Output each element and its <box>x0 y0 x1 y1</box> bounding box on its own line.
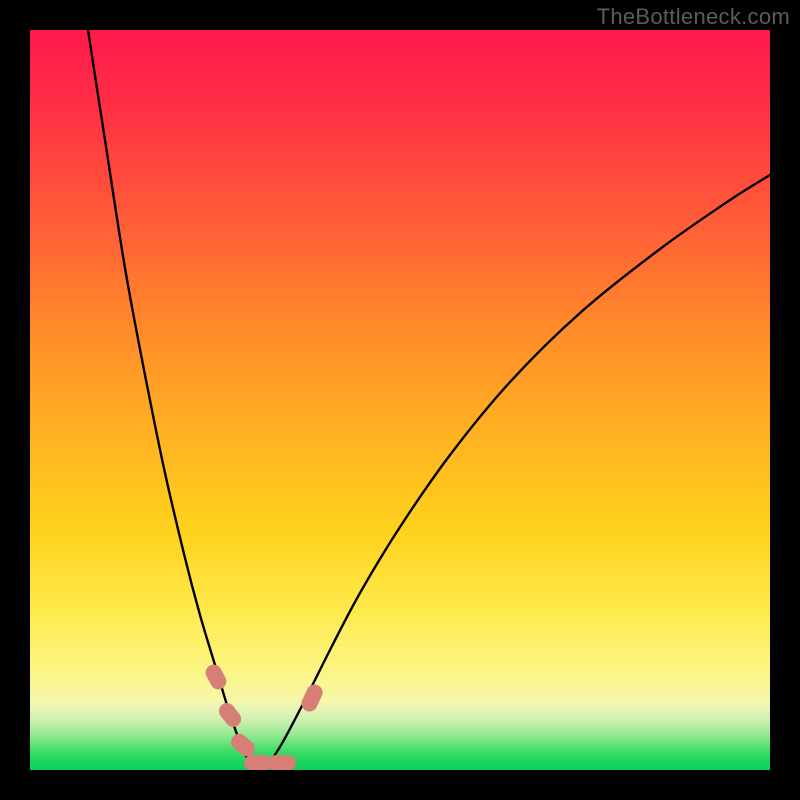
curve-marker <box>268 755 296 770</box>
chart-frame: TheBottleneck.com <box>0 0 800 800</box>
watermark-text: TheBottleneck.com <box>597 4 790 30</box>
plot-area <box>30 30 770 770</box>
bottleneck-curve <box>30 30 770 770</box>
